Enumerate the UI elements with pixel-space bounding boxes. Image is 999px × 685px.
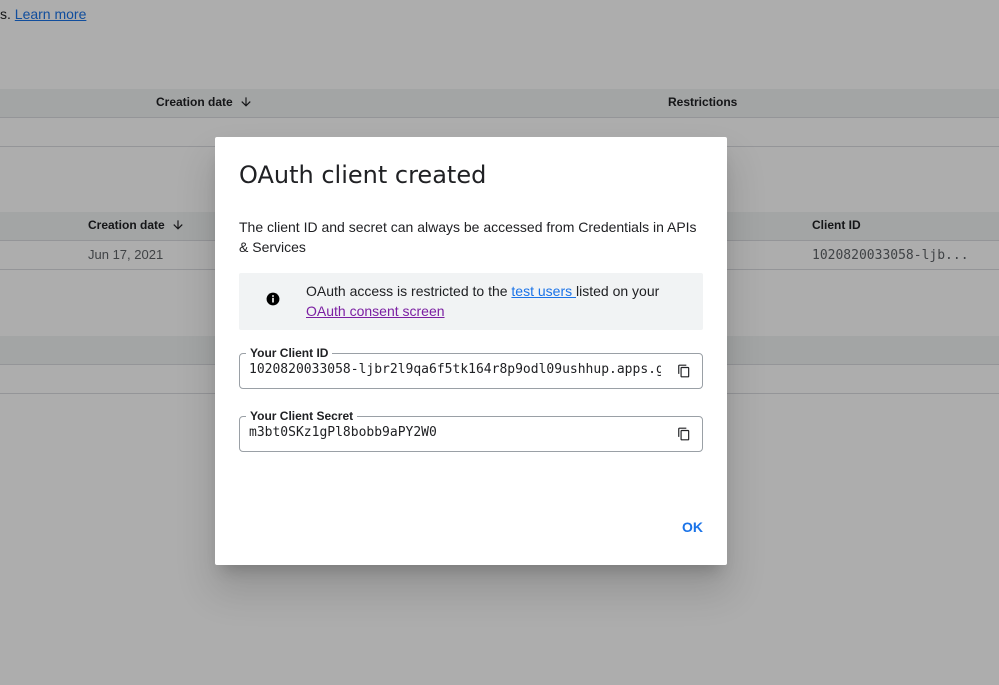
oauth-client-created-dialog: OAuth client created The client ID and s… [215, 137, 727, 565]
info-icon [266, 292, 280, 306]
copy-client-id-button[interactable] [676, 362, 692, 380]
notice-text-middle: listed on your [576, 283, 660, 299]
oauth-consent-screen-link[interactable]: OAuth consent screen [306, 303, 445, 319]
dialog-description: The client ID and secret can always be a… [239, 219, 697, 255]
client-id-field: Your Client ID [239, 346, 703, 389]
oauth-restriction-notice: OAuth access is restricted to the test u… [239, 273, 703, 330]
copy-client-secret-button[interactable] [676, 425, 692, 443]
copy-icon [678, 427, 690, 441]
test-users-link[interactable]: test users [511, 283, 576, 299]
notice-text-before: OAuth access is restricted to the [306, 283, 512, 299]
client-id-input[interactable] [249, 362, 661, 377]
ok-button[interactable]: OK [674, 515, 711, 539]
client-id-label: Your Client ID [246, 346, 333, 360]
client-secret-label: Your Client Secret [246, 409, 358, 423]
client-secret-field: Your Client Secret [239, 409, 703, 452]
client-secret-input[interactable] [249, 425, 661, 440]
copy-icon [678, 364, 690, 378]
notice-text: OAuth access is restricted to the test u… [306, 281, 686, 321]
dialog-title: OAuth client created [239, 161, 487, 189]
